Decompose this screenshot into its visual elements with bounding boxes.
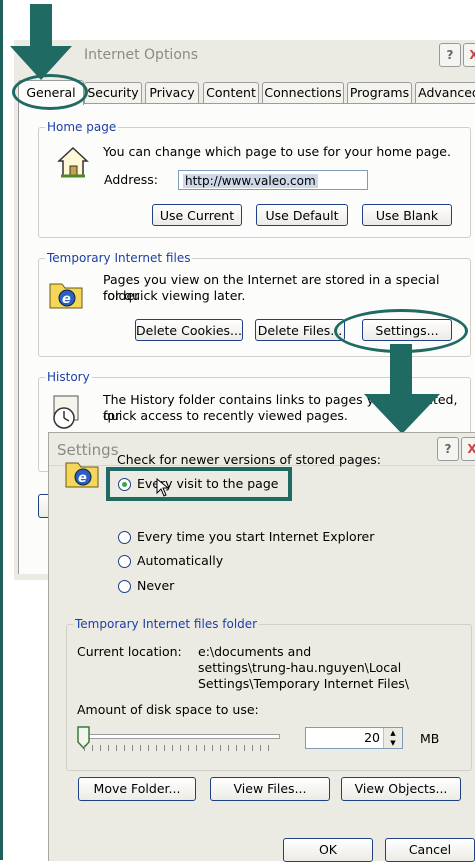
- cancel-button[interactable]: Cancel: [385, 838, 475, 862]
- radio-never[interactable]: [118, 580, 131, 593]
- use-default-button[interactable]: Use Default: [256, 204, 348, 226]
- view-objects-button[interactable]: View Objects...: [341, 777, 461, 801]
- option-never-label: Never: [137, 578, 175, 593]
- radio-automatically[interactable]: [118, 555, 131, 568]
- temp-files-folder-legend: Temporary Internet files folder: [75, 617, 258, 631]
- close-button[interactable]: X: [463, 43, 475, 67]
- option-every-start-label: Every time you start Internet Explorer: [137, 529, 375, 544]
- disk-space-label: Amount of disk space to use:: [77, 702, 259, 717]
- tab-security[interactable]: Security: [84, 82, 142, 103]
- disk-space-value: 20: [364, 730, 380, 745]
- location-line-3: Settings\Temporary Internet Files\: [198, 676, 409, 691]
- help-button[interactable]: ?: [439, 43, 461, 67]
- check-newer-label: Check for newer versions of stored pages…: [117, 452, 381, 467]
- ie-folder-icon: e: [49, 283, 83, 309]
- every-visit-highlight-box: [106, 467, 292, 501]
- spin-arrows-icon[interactable]: ▲ ▼: [383, 728, 402, 748]
- current-location-label: Current location:: [77, 644, 182, 659]
- svg-text:e: e: [78, 471, 87, 486]
- mouse-cursor-icon: [156, 478, 170, 497]
- tab-advanced[interactable]: Advanced: [415, 82, 475, 103]
- annotation-arrow-down-icon: [10, 4, 72, 80]
- slider-ticks: [84, 745, 274, 751]
- settings-close-button[interactable]: X: [461, 437, 475, 461]
- temp-files-legend: Temporary Internet files: [47, 251, 191, 265]
- history-description-2: quick access to recently viewed pages.: [103, 408, 348, 423]
- annotation-arrow-down-icon-2: [364, 344, 440, 434]
- tab-connections[interactable]: Connections: [262, 82, 344, 103]
- use-blank-button[interactable]: Use Blank: [362, 204, 452, 226]
- delete-cookies-button[interactable]: Delete Cookies...: [135, 319, 243, 341]
- tab-programs[interactable]: Programs: [347, 82, 412, 103]
- address-field[interactable]: http://www.valeo.com: [178, 170, 368, 190]
- window-title: Internet Options: [84, 47, 199, 63]
- use-current-button[interactable]: Use Current: [152, 204, 242, 226]
- home-page-legend: Home page: [47, 120, 117, 134]
- tab-content[interactable]: Content: [203, 82, 259, 103]
- settings-ie-folder-icon: e: [65, 462, 99, 488]
- ok-button[interactable]: OK: [283, 838, 373, 862]
- settings-help-button[interactable]: ?: [437, 437, 459, 461]
- home-icon: [57, 146, 89, 178]
- location-line-2: settings\trung-hau.nguyen\Local: [198, 660, 402, 675]
- move-folder-button[interactable]: Move Folder...: [78, 777, 196, 801]
- radio-every-start[interactable]: [118, 531, 131, 544]
- general-tab-annotation-ellipse: [12, 74, 88, 110]
- svg-text:e: e: [62, 292, 71, 307]
- location-line-1: e:\documents and: [198, 644, 312, 659]
- view-files-button[interactable]: View Files...: [210, 777, 330, 801]
- temp-files-description-2: for quick viewing later.: [103, 288, 246, 303]
- disk-space-slider-track[interactable]: [78, 734, 280, 739]
- disk-space-unit: MB: [420, 731, 440, 746]
- home-page-description: You can change which page to use for you…: [103, 144, 451, 159]
- disk-space-spinbox[interactable]: 20 ▲ ▼: [305, 727, 403, 749]
- address-label: Address:: [104, 172, 158, 187]
- history-legend: History: [47, 370, 90, 384]
- tab-privacy[interactable]: Privacy: [145, 82, 199, 103]
- delete-files-button[interactable]: Delete Files...: [255, 319, 345, 341]
- left-frame-border: [0, 0, 3, 860]
- option-automatically-label: Automatically: [137, 553, 224, 568]
- history-clock-icon: [53, 395, 79, 429]
- address-value: http://www.valeo.com: [183, 174, 318, 188]
